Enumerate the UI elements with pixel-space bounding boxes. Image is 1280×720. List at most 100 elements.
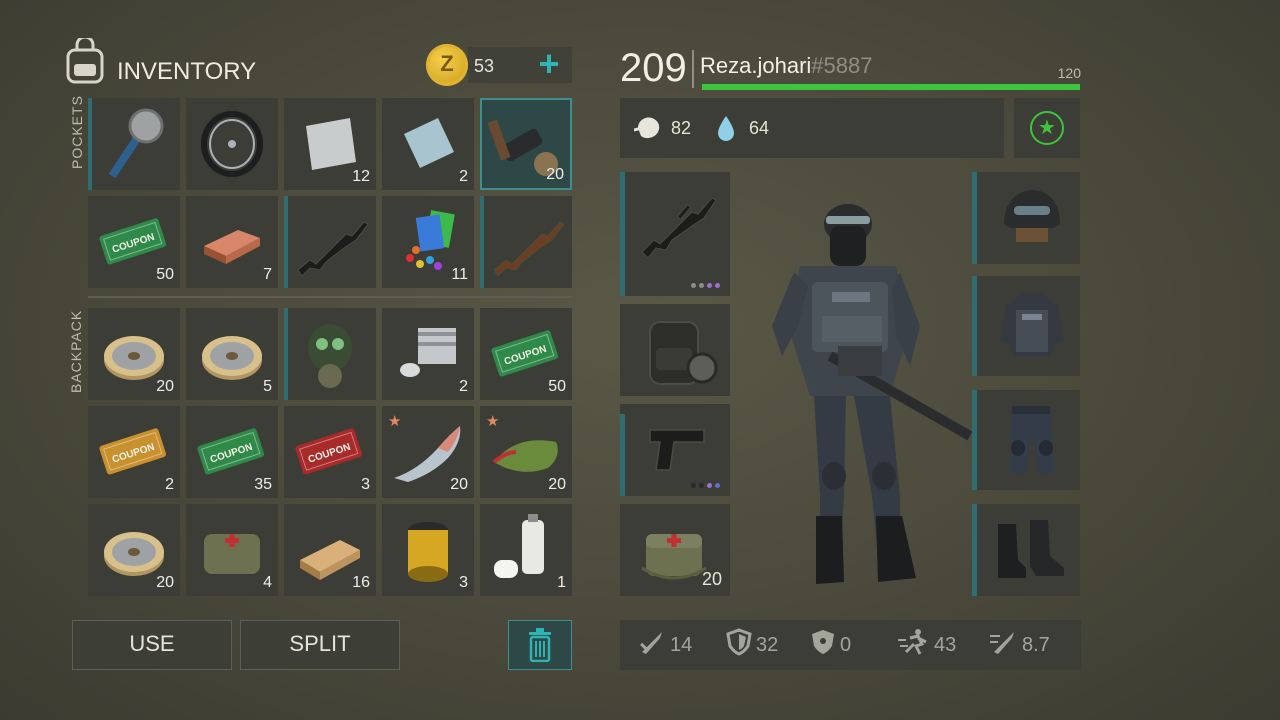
primary-weapon-slot[interactable] bbox=[620, 172, 730, 296]
section-divider bbox=[88, 296, 572, 298]
item-slot[interactable]: 5 bbox=[186, 308, 278, 400]
item-slot[interactable] bbox=[186, 98, 278, 190]
secondary-weapon-slot[interactable] bbox=[620, 404, 730, 496]
item-slot[interactable]: COUPON 50 bbox=[480, 308, 572, 400]
item-slot[interactable]: 20 bbox=[88, 308, 180, 400]
character-model bbox=[760, 196, 980, 588]
armor-shield-icon bbox=[726, 628, 752, 662]
item-slot[interactable]: 20 bbox=[480, 98, 572, 190]
backpack-label: BACKPACK bbox=[68, 309, 84, 393]
stat-value: 0 bbox=[840, 633, 852, 656]
item-count: 20 bbox=[156, 378, 174, 395]
item-count: 7 bbox=[263, 266, 272, 283]
stat-attack-speed: 8.7 bbox=[988, 620, 1050, 670]
backpack-slot[interactable] bbox=[620, 304, 730, 396]
durability-bar bbox=[972, 390, 977, 490]
item-slot[interactable]: ★ 20 bbox=[382, 406, 474, 498]
backpack-item-icon bbox=[649, 321, 718, 385]
trash-icon bbox=[529, 628, 551, 663]
stat-value: 43 bbox=[934, 633, 957, 656]
item-count: 16 bbox=[352, 574, 370, 591]
player-level: 209 bbox=[620, 46, 687, 90]
thirst-value: 64 bbox=[749, 118, 770, 138]
item-slot[interactable]: 12 bbox=[284, 98, 376, 190]
split-button[interactable]: SPLIT bbox=[240, 620, 400, 670]
m16-rifle-icon bbox=[641, 197, 717, 259]
backpack-icon bbox=[62, 35, 108, 86]
item-count: 20 bbox=[548, 476, 566, 493]
radiation-shield-icon bbox=[810, 628, 836, 662]
perks-button[interactable]: ★ bbox=[1014, 98, 1080, 158]
item-slot[interactable] bbox=[284, 196, 376, 288]
player-tag: #5887 bbox=[811, 53, 873, 78]
item-slot[interactable] bbox=[284, 308, 376, 400]
xp-bar-track bbox=[702, 84, 1080, 90]
item-count: 12 bbox=[352, 168, 370, 185]
item-count: 20 bbox=[546, 166, 564, 183]
item-slot[interactable]: 2 bbox=[382, 98, 474, 190]
item-count: 11 bbox=[451, 266, 468, 283]
durability-bar bbox=[284, 308, 288, 400]
item-count: 2 bbox=[165, 476, 174, 493]
player-name: Reza.johari bbox=[700, 53, 812, 78]
item-count: 50 bbox=[548, 378, 566, 395]
stat-value: 8.7 bbox=[1022, 633, 1050, 656]
xp-max: 120 bbox=[1057, 65, 1081, 81]
item-slot[interactable]: 3 bbox=[382, 504, 474, 596]
helmet-icon bbox=[1004, 190, 1060, 242]
item-count: 4 bbox=[263, 574, 272, 591]
attack-speed-icon bbox=[988, 628, 1018, 662]
item-slot[interactable]: ★ 20 bbox=[480, 406, 572, 498]
item-count: 35 bbox=[254, 476, 272, 493]
leg-armor-slot[interactable] bbox=[972, 390, 1080, 490]
durability-bar bbox=[284, 196, 288, 288]
stat-value: 14 bbox=[670, 633, 693, 656]
hunger-icon bbox=[633, 114, 664, 147]
stat-speed: 43 bbox=[896, 620, 956, 670]
star-icon: ★ bbox=[388, 413, 402, 430]
item-count: 2 bbox=[459, 378, 468, 395]
item-slot[interactable]: COUPON 3 bbox=[284, 406, 376, 498]
item-slot[interactable]: 20 bbox=[88, 504, 180, 596]
body-armor-slot[interactable] bbox=[972, 276, 1080, 376]
coin-icon: Z bbox=[426, 44, 468, 86]
item-count: 3 bbox=[459, 574, 468, 591]
hunger-value: 82 bbox=[671, 118, 692, 138]
item-slot[interactable]: 1 bbox=[480, 504, 572, 596]
item-slot[interactable] bbox=[88, 98, 180, 190]
coin-count: 53 bbox=[474, 56, 495, 76]
boots-icon bbox=[998, 520, 1064, 578]
star-badge-icon: ★ bbox=[1030, 111, 1064, 145]
quick-slot-medkit[interactable]: 20 bbox=[620, 504, 730, 596]
item-slot[interactable]: 11 bbox=[382, 196, 474, 288]
boots-slot[interactable] bbox=[972, 504, 1080, 596]
item-slot[interactable]: COUPON 50 bbox=[88, 196, 180, 288]
use-button[interactable]: USE bbox=[72, 620, 232, 670]
durability-bar bbox=[88, 98, 92, 190]
mod-dots bbox=[691, 483, 720, 488]
item-count: 2 bbox=[459, 168, 468, 185]
stat-melee-damage: 14 bbox=[638, 620, 692, 670]
durability-bar bbox=[972, 172, 977, 264]
player-name-row: Reza.johari#5887 bbox=[700, 53, 872, 79]
item-slot[interactable]: COUPON 2 bbox=[88, 406, 180, 498]
item-slot[interactable]: COUPON 35 bbox=[186, 406, 278, 498]
thirst-icon bbox=[716, 114, 736, 147]
mod-dots bbox=[691, 283, 720, 288]
add-coins-button[interactable]: + bbox=[532, 46, 566, 83]
item-slot[interactable] bbox=[480, 196, 572, 288]
item-slot[interactable]: 7 bbox=[186, 196, 278, 288]
stat-armor-shield: 32 bbox=[726, 620, 778, 670]
item-slot[interactable]: 2 bbox=[382, 308, 474, 400]
item-slot[interactable]: 16 bbox=[284, 504, 376, 596]
medkit-count: 20 bbox=[701, 569, 722, 589]
xp-bar-fill bbox=[702, 84, 1080, 90]
head-armor-slot[interactable] bbox=[972, 172, 1080, 264]
item-slot[interactable]: 4 bbox=[186, 504, 278, 596]
pants-icon bbox=[1010, 406, 1054, 474]
item-count: 20 bbox=[450, 476, 468, 493]
stat-value: 32 bbox=[756, 633, 779, 656]
durability-bar bbox=[620, 172, 625, 296]
item-count: 3 bbox=[361, 476, 370, 493]
trash-button[interactable] bbox=[508, 620, 572, 670]
